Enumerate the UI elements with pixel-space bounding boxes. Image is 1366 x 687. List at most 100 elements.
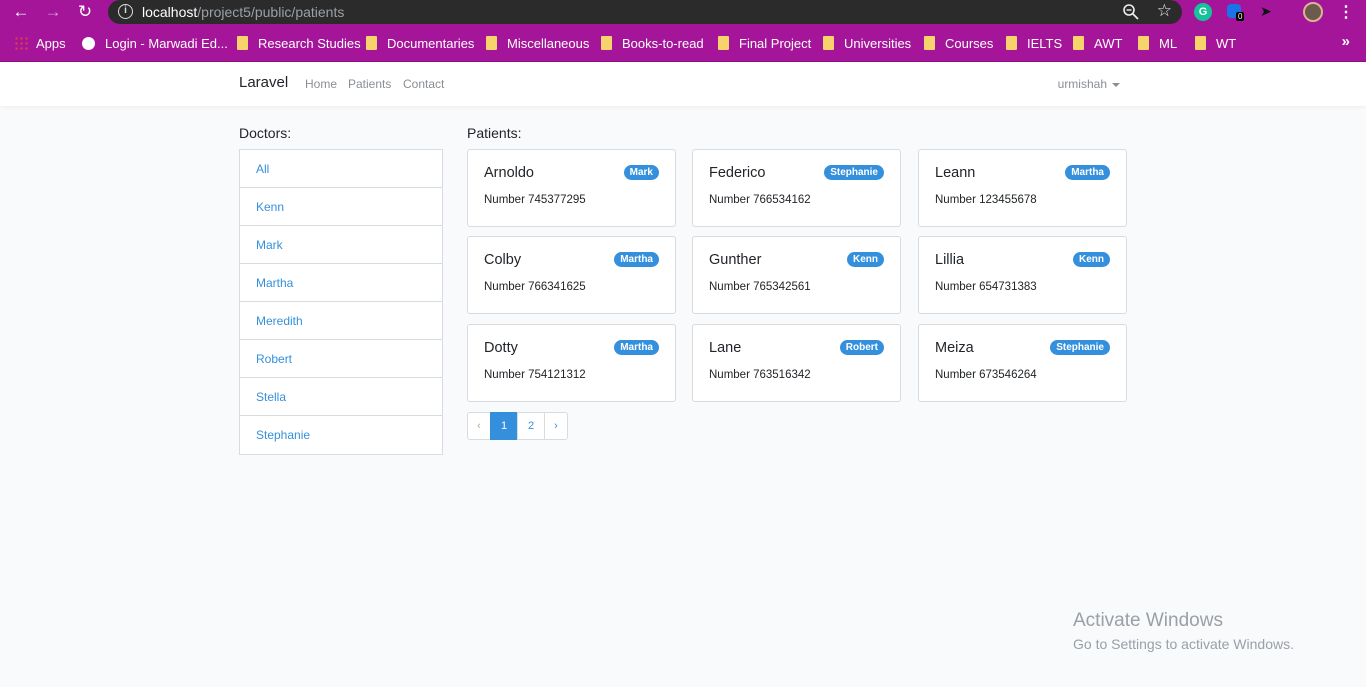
folder-icon <box>486 36 497 50</box>
patient-name: Federico <box>709 165 766 181</box>
pagination-page-1[interactable]: 1 <box>490 412 518 440</box>
folder-icon <box>1195 36 1206 50</box>
doctor-item-mark[interactable]: Mark <box>240 226 442 264</box>
patient-name: Lane <box>709 340 742 356</box>
grammarly-extension-icon[interactable]: G <box>1194 3 1212 21</box>
watermark-subtitle: Go to Settings to activate Windows. <box>1073 636 1294 652</box>
doctor-item-robert[interactable]: Robert <box>240 340 442 378</box>
patient-card: Arnoldo Mark Number 745377295 <box>467 149 676 227</box>
doctor-badge: Kenn <box>1073 252 1110 267</box>
bookmark-final-project[interactable]: Final Project <box>718 33 811 53</box>
patient-name: Leann <box>935 165 976 181</box>
bookmark-login[interactable]: Login - Marwadi Ed... <box>82 33 228 53</box>
patient-card: Colby Martha Number 766341625 <box>467 236 676 314</box>
doctor-badge: Kenn <box>847 252 884 267</box>
browser-toolbar: ← → ↻ i localhost/project5/public/patien… <box>0 0 1366 25</box>
bookmark-ml[interactable]: ML <box>1138 33 1177 53</box>
patients-title: Patients: <box>467 125 522 141</box>
patient-number: Number 123455678 <box>935 194 1037 206</box>
bookmarks-overflow-button[interactable]: » <box>1342 33 1350 50</box>
folder-icon <box>366 36 377 50</box>
back-arrow-icon[interactable]: ← <box>11 2 31 22</box>
bookmark-universities[interactable]: Universities <box>823 33 911 53</box>
brand-link[interactable]: Laravel <box>239 74 288 91</box>
doctor-item-stephanie[interactable]: Stephanie <box>240 416 442 454</box>
doctor-item-martha[interactable]: Martha <box>240 264 442 302</box>
caret-down-icon <box>1112 82 1120 87</box>
patient-name: Lillia <box>935 252 965 268</box>
patient-name: Meiza <box>935 340 974 356</box>
bookmark-research-studies[interactable]: Research Studies <box>237 33 361 53</box>
bookmark-star-icon[interactable]: ☆ <box>1157 1 1172 21</box>
patient-card: Federico Stephanie Number 766534162 <box>692 149 901 227</box>
patient-number: Number 766534162 <box>709 194 811 206</box>
nav-patients[interactable]: Patients <box>348 77 391 91</box>
bookmark-ielts[interactable]: IELTS <box>1006 33 1062 53</box>
app-navbar: Laravel Home Patients Contact urmishah <box>0 62 1366 106</box>
folder-icon <box>1138 36 1149 50</box>
folder-icon <box>601 36 612 50</box>
url-text[interactable]: localhost/project5/public/patients <box>142 4 344 20</box>
patient-card: Lillia Kenn Number 654731383 <box>918 236 1127 314</box>
doctor-item-meredith[interactable]: Meredith <box>240 302 442 340</box>
patient-card: Gunther Kenn Number 765342561 <box>692 236 901 314</box>
pagination-next-button[interactable]: › <box>544 412 568 440</box>
patient-card: Lane Robert Number 763516342 <box>692 324 901 402</box>
doctor-badge: Martha <box>1065 165 1110 180</box>
doctor-item-stella[interactable]: Stella <box>240 378 442 416</box>
nav-contact[interactable]: Contact <box>403 77 444 91</box>
reload-icon[interactable]: ↻ <box>75 2 95 22</box>
patient-number: Number 766341625 <box>484 281 586 293</box>
bookmarks-bar: Apps Login - Marwadi Ed... Research Stud… <box>0 25 1366 62</box>
bookmark-apps[interactable]: Apps <box>14 33 66 53</box>
bookmark-awt[interactable]: AWT <box>1073 33 1122 53</box>
doctor-badge: Robert <box>839 340 884 355</box>
patient-name: Gunther <box>709 252 762 268</box>
doctors-list: All Kenn Mark Martha Meredith Robert Ste… <box>239 149 443 455</box>
globe-icon <box>82 36 95 50</box>
patient-card: Leann Martha Number 123455678 <box>918 149 1127 227</box>
apps-grid-icon <box>14 36 28 50</box>
doctor-badge: Martha <box>614 252 659 267</box>
activate-windows-watermark: Activate Windows Go to Settings to activ… <box>1073 610 1294 652</box>
pagination-page-2[interactable]: 2 <box>517 412 545 440</box>
user-name: urmishah <box>1057 77 1107 91</box>
address-bar[interactable]: i localhost/project5/public/patients ☆ <box>108 0 1182 24</box>
patient-name: Dotty <box>484 340 518 356</box>
browser-menu-icon[interactable]: ⋮ <box>1338 2 1354 22</box>
patient-number: Number 754121312 <box>484 369 586 381</box>
forward-arrow-icon[interactable]: → <box>43 2 63 22</box>
watermark-title: Activate Windows <box>1073 610 1223 631</box>
bookmark-books-to-read[interactable]: Books-to-read <box>601 33 704 53</box>
patient-card: Meiza Stephanie Number 673546264 <box>918 324 1127 402</box>
doctor-item-kenn[interactable]: Kenn <box>240 188 442 226</box>
bookmark-documentaries[interactable]: Documentaries <box>366 33 474 53</box>
pagination-prev-button[interactable]: ‹ <box>467 412 491 440</box>
patient-number: Number 763516342 <box>709 369 811 381</box>
zoom-icon[interactable] <box>1122 3 1140 21</box>
bookmark-courses[interactable]: Courses <box>924 33 993 53</box>
doctor-badge: Stephanie <box>824 165 884 180</box>
extension-badge: 0 <box>1236 12 1245 21</box>
bookmark-wt[interactable]: WT <box>1195 33 1236 53</box>
folder-icon <box>823 36 834 50</box>
patient-number: Number 673546264 <box>935 369 1037 381</box>
folder-icon <box>924 36 935 50</box>
site-info-icon[interactable]: i <box>118 4 133 19</box>
folder-icon <box>1006 36 1017 50</box>
patient-name: Colby <box>484 252 522 268</box>
nav-home[interactable]: Home <box>305 77 337 91</box>
user-dropdown[interactable]: urmishah <box>1058 77 1120 91</box>
folder-icon <box>718 36 729 50</box>
patient-number: Number 654731383 <box>935 281 1037 293</box>
patient-name: Arnoldo <box>484 165 534 181</box>
doctor-badge: Martha <box>614 340 659 355</box>
patient-number: Number 745377295 <box>484 194 586 206</box>
doctors-title: Doctors: <box>239 125 292 141</box>
doctor-badge: Mark <box>623 165 659 180</box>
bookmark-miscellaneous[interactable]: Miscellaneous <box>486 33 589 53</box>
pagination: ‹ 1 2 › <box>467 412 568 440</box>
profile-avatar[interactable] <box>1303 2 1323 22</box>
cursor-extension-icon[interactable]: ➤ <box>1260 3 1272 20</box>
doctor-item-all[interactable]: All <box>240 150 442 188</box>
